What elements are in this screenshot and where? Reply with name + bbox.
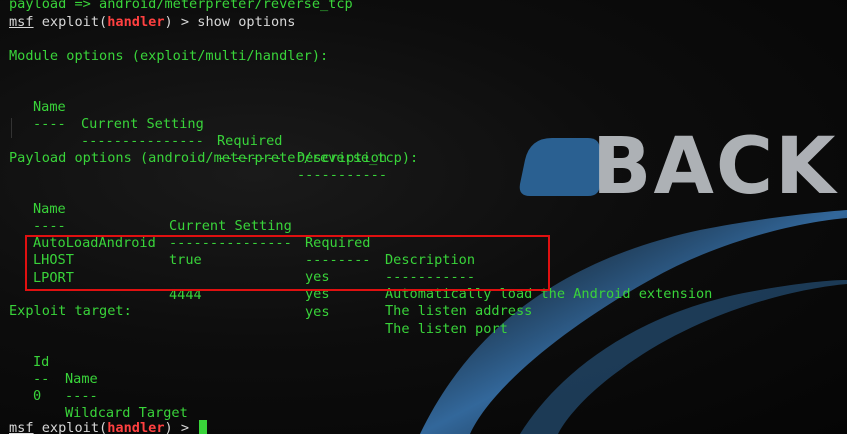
payload-row-required: yes [305,304,330,320]
payload-table-separator-row: ---- --------------- -------- ----------… [0,201,847,285]
payload-table-header-row: Name Current Setting Required Descriptio… [0,184,847,268]
module-table-header-row: Name Current Setting Required Descriptio… [0,82,847,166]
prompt-msf: msf [9,14,34,30]
input-prompt-line[interactable]: msf exploit(handler) > [9,420,208,434]
module-sep-description: ----------- [297,167,388,183]
prompt-module: handler [107,420,165,434]
target-table-separator-row: -- ---- [0,354,847,404]
prompt-msf: msf [9,420,34,434]
text-cursor[interactable] [199,420,208,434]
payload-row-description: The listen address [385,303,533,319]
lhost-lport-highlight-box [25,235,550,291]
payload-row-description: The listen port [385,321,508,337]
entered-command: show options [197,14,296,30]
payload-set-line: payload => android/meterpreter/reverse_t… [9,0,353,12]
command-prompt-line: msf exploit(handler) > show options [9,14,296,31]
module-sep-setting: --------------- [81,133,204,149]
prompt-module: handler [107,14,165,30]
module-table-separator-row: ---- --------------- -------- ----------… [0,99,847,183]
target-sep-name: ---- [65,388,98,404]
exploit-target-heading: Exploit target: [9,303,132,319]
target-table-header-row: Id Name [0,337,847,387]
payload-row-autoloadandroid: AutoLoadAndroid true yes Automatically l… [0,218,847,302]
prompt-exploit-open: exploit( [33,14,108,30]
target-row-id: 0 [33,388,42,404]
target-row: 0 Wildcard Target [0,371,847,421]
payload-options-heading: Payload options (android/meterpreter/rev… [9,150,419,166]
module-sep-name: ---- [33,116,66,132]
prompt-exploit-open: exploit( [33,420,108,434]
module-header-setting: Current Setting [81,116,204,132]
prompt-exploit-close: ) > [164,420,198,434]
prompt-exploit-close: ) > [164,14,198,30]
terminal-window[interactable]: BACK payload => android/meterpreter/reve… [0,0,847,434]
module-header-required: Required [217,133,283,149]
module-options-heading: Module options (exploit/multi/handler): [9,48,329,64]
